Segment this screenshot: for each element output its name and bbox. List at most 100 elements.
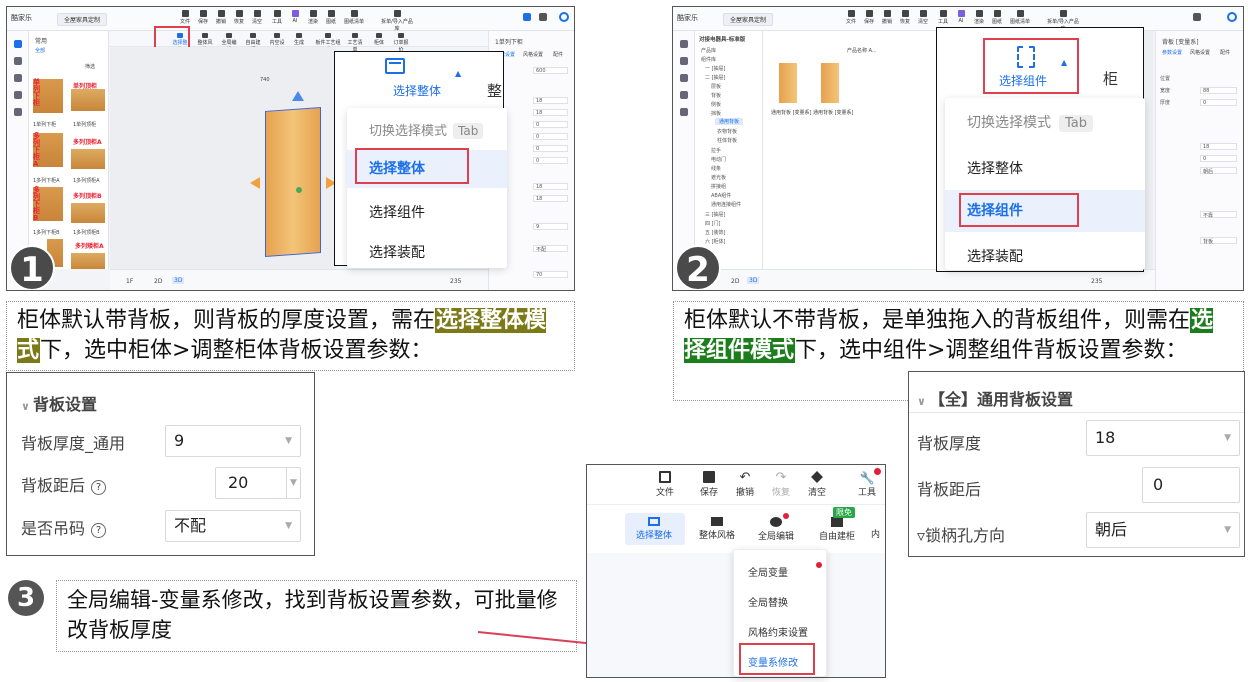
search-input[interactable]: 产品名称 A...: [847, 47, 877, 54]
avatar[interactable]: [1227, 12, 1237, 22]
toolbar-save-button[interactable]: 保存: [695, 471, 723, 498]
tree-item[interactable]: 电动门: [711, 156, 726, 163]
tree-item[interactable]: 三 [抽屉]: [705, 211, 726, 218]
calendar-icon[interactable]: [13, 91, 22, 99]
tree-item[interactable]: ABA组件: [711, 192, 731, 199]
view-2d-button[interactable]: 2D: [154, 278, 162, 285]
free-build-button[interactable]: 自由建柜: [815, 517, 859, 542]
toolbar-ai-button[interactable]: AI: [287, 10, 303, 24]
calendar-icon[interactable]: [679, 91, 688, 99]
toolbar-redo-button[interactable]: 恢复: [231, 10, 247, 25]
backboard-distance-input[interactable]: 0: [1142, 467, 1240, 503]
menu-item-style-constraint[interactable]: 风格约束设置: [748, 624, 808, 639]
chevron-down-icon[interactable]: ▼: [286, 468, 300, 498]
product-thumb[interactable]: [821, 63, 839, 103]
product-thumb[interactable]: [779, 63, 797, 103]
tree-item[interactable]: 背板: [711, 92, 721, 99]
3d-canvas[interactable]: 740: [110, 47, 336, 269]
tree-item[interactable]: 通用连接组件: [711, 201, 741, 208]
toolbar-undo-button[interactable]: 撤销: [879, 10, 895, 25]
toolbar-drawing-list-button[interactable]: 图纸清单: [1009, 10, 1031, 25]
backboard-thickness-select[interactable]: 18 ▼: [1086, 420, 1240, 456]
tree-item[interactable]: 四 [门]: [705, 220, 721, 227]
global-edit-button[interactable]: 全局编辑: [751, 517, 801, 542]
craft-list-button[interactable]: 工艺清单: [347, 33, 363, 53]
toolbar-drawing-button[interactable]: 图纸: [323, 10, 339, 25]
tab-accessory[interactable]: 配件: [1220, 49, 1230, 56]
style-button[interactable]: 整体风格: [695, 517, 739, 541]
cabinet-button[interactable]: 柜体: [371, 33, 387, 46]
notification-icon[interactable]: [539, 13, 547, 21]
product-thumb[interactable]: [71, 149, 105, 169]
tab-style[interactable]: 风格设置: [1190, 49, 1210, 56]
view-2d-button[interactable]: 2D: [731, 278, 739, 285]
backboard-thickness-select[interactable]: 9 ▼: [165, 425, 301, 457]
menu-item-select-assembly[interactable]: 选择装配: [347, 242, 507, 262]
cabinet-model[interactable]: [265, 107, 321, 257]
menu-item-global-variable[interactable]: 全局变量: [748, 564, 788, 579]
tree-item[interactable]: 产品库: [701, 47, 716, 54]
toolbar-file-button[interactable]: 文件: [651, 471, 679, 498]
tree-item[interactable]: 侧板: [711, 101, 721, 108]
tree-item[interactable]: 衣物背板: [717, 128, 737, 135]
order-quote-button[interactable]: 订单报价: [393, 33, 409, 53]
toolbar-render-button[interactable]: 渲染: [305, 10, 321, 25]
tab-params[interactable]: 参数设置: [1162, 49, 1182, 56]
user-icon[interactable]: [13, 74, 22, 82]
tree-item-selected[interactable]: 通用背板: [715, 118, 744, 125]
toolbar-import-button[interactable]: 拆单/导入产品库: [379, 10, 415, 32]
avatar[interactable]: [559, 12, 569, 22]
tree-item[interactable]: 拼接组: [711, 183, 726, 190]
help-icon[interactable]: ?: [91, 480, 107, 495]
product-thumb[interactable]: [71, 89, 105, 111]
tree-item[interactable]: 层板: [711, 83, 721, 90]
hanger-select[interactable]: 不配 ▼: [165, 510, 301, 542]
tree-item[interactable]: 一 [抽屉]: [705, 65, 726, 72]
toolbar-drawing-list-button[interactable]: 图纸清单: [343, 10, 365, 25]
plugin-icon[interactable]: [679, 108, 688, 116]
filter-all[interactable]: 全部: [35, 47, 45, 54]
tree-item[interactable]: 二 [抽屉]: [705, 74, 726, 81]
toolbar-tools-button[interactable]: 工具: [935, 10, 951, 25]
toolbar-save-button[interactable]: 保存: [861, 10, 877, 25]
tab-style[interactable]: 风格设置: [523, 51, 543, 58]
select-whole-button[interactable]: 选择整体: [393, 82, 441, 99]
toolbar-drawing-button[interactable]: 图纸: [989, 10, 1005, 25]
backboard-distance-input[interactable]: 20 ▼: [215, 467, 301, 499]
arrow-left-icon[interactable]: [250, 177, 260, 189]
product-thumb[interactable]: [71, 253, 105, 269]
menu-item-select-component[interactable]: 选择组件: [347, 202, 507, 222]
tab-accessory[interactable]: 配件: [553, 51, 563, 58]
chevron-down-icon[interactable]: ∨: [21, 400, 30, 413]
material-icon[interactable]: [679, 57, 688, 65]
toolbar-render-button[interactable]: 渲染: [971, 10, 987, 25]
filter-button[interactable]: 筛选: [85, 63, 95, 70]
floor-selector[interactable]: 1F: [126, 278, 133, 285]
toolbar-ai-button[interactable]: AI: [953, 10, 969, 24]
toolbar-undo-button[interactable]: ↶ 撤销: [731, 471, 759, 499]
toolbar-file-button[interactable]: 文件: [177, 10, 193, 25]
project-tab[interactable]: 全屋家具定制: [723, 13, 774, 26]
chevron-down-icon[interactable]: ∨: [917, 395, 926, 408]
view-3d-button[interactable]: 3D: [172, 277, 185, 284]
tree-item[interactable]: 挡板: [711, 110, 721, 117]
toolbar-save-button[interactable]: 保存: [195, 10, 211, 25]
toolbar-tools-button[interactable]: 工具: [269, 10, 285, 25]
menu-item-select-whole[interactable]: 选择整体: [945, 158, 1145, 178]
toolbar-undo-button[interactable]: 撤销: [213, 10, 229, 25]
plugin-icon[interactable]: [13, 108, 22, 116]
collab-icon[interactable]: [523, 13, 531, 21]
generate-button[interactable]: 生成: [291, 33, 307, 46]
toolbar-redo-button[interactable]: 恢复: [897, 10, 913, 25]
library-icon[interactable]: [679, 40, 688, 48]
lock-hole-direction-select[interactable]: 朝后 ▼: [1086, 512, 1240, 548]
gizmo-center-icon[interactable]: [296, 187, 302, 193]
toolbar-redo-button[interactable]: ↷ 恢复: [767, 471, 795, 499]
toolbar-clear-button[interactable]: 清空: [803, 471, 831, 498]
arrow-up-icon[interactable]: [292, 91, 304, 101]
toolbar-file-button[interactable]: 文件: [843, 10, 859, 25]
inner-button[interactable]: 内: [871, 527, 880, 540]
product-thumb[interactable]: [71, 203, 105, 223]
material-icon[interactable]: [13, 57, 22, 65]
menu-item-select-assembly[interactable]: 选择装配: [945, 246, 1145, 266]
